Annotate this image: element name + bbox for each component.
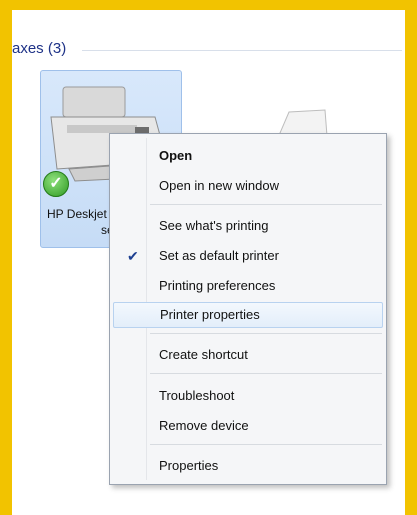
menu-item-set-default-label: Set as default printer <box>159 248 279 263</box>
menu-item-remove-device[interactable]: Remove device <box>113 413 383 439</box>
menu-item-printer-properties[interactable]: Printer properties <box>113 302 383 328</box>
menu-item-properties[interactable]: Properties <box>113 453 383 479</box>
menu-separator <box>150 444 382 445</box>
menu-item-printing-preferences[interactable]: Printing preferences <box>113 273 383 299</box>
menu-separator <box>150 204 382 205</box>
device-name-line1: HP Deskjet <box>47 207 107 221</box>
menu-item-create-shortcut[interactable]: Create shortcut <box>113 342 383 368</box>
menu-item-set-default-printer[interactable]: ✔ Set as default printer <box>113 243 383 269</box>
menu-separator <box>150 333 382 334</box>
group-header-printers-and-faxes[interactable]: axes (3) <box>12 40 66 57</box>
menu-item-see-whats-printing[interactable]: See what's printing <box>113 213 383 239</box>
menu-item-open[interactable]: Open <box>113 143 383 169</box>
menu-item-open-new-window[interactable]: Open in new window <box>113 173 383 199</box>
group-divider <box>82 50 402 51</box>
menu-separator <box>150 373 382 374</box>
status-ok-icon: ✓ <box>43 171 69 197</box>
context-menu: Open Open in new window See what's print… <box>109 133 387 485</box>
check-icon: ✔ <box>127 248 139 264</box>
menu-item-troubleshoot[interactable]: Troubleshoot <box>113 383 383 409</box>
